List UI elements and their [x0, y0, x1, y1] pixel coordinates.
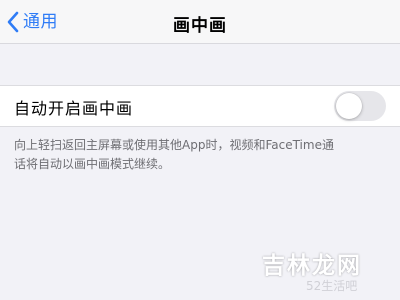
- navigation-bar: 通用 画中画: [0, 0, 400, 44]
- auto-pip-label: 自动开启画中画: [14, 99, 134, 118]
- watermark-subtext: 52生活吧: [306, 279, 358, 293]
- toggle-knob: [336, 93, 362, 119]
- settings-footer-text: 向上轻扫返回主屏幕或使用其他App时，视频和FaceTime通 话将自动以画中画…: [14, 136, 386, 174]
- auto-pip-toggle[interactable]: [334, 91, 386, 121]
- footer-line-1: 向上轻扫返回主屏幕或使用其他App时，视频和FaceTime通: [14, 138, 334, 152]
- settings-row-auto-pip: 自动开启画中画: [0, 85, 400, 127]
- footer-line-2: 话将自动以画中画模式继续。: [14, 157, 171, 171]
- watermark-logo-text: 吉林龙网: [262, 252, 362, 279]
- page-title: 画中画: [173, 16, 227, 36]
